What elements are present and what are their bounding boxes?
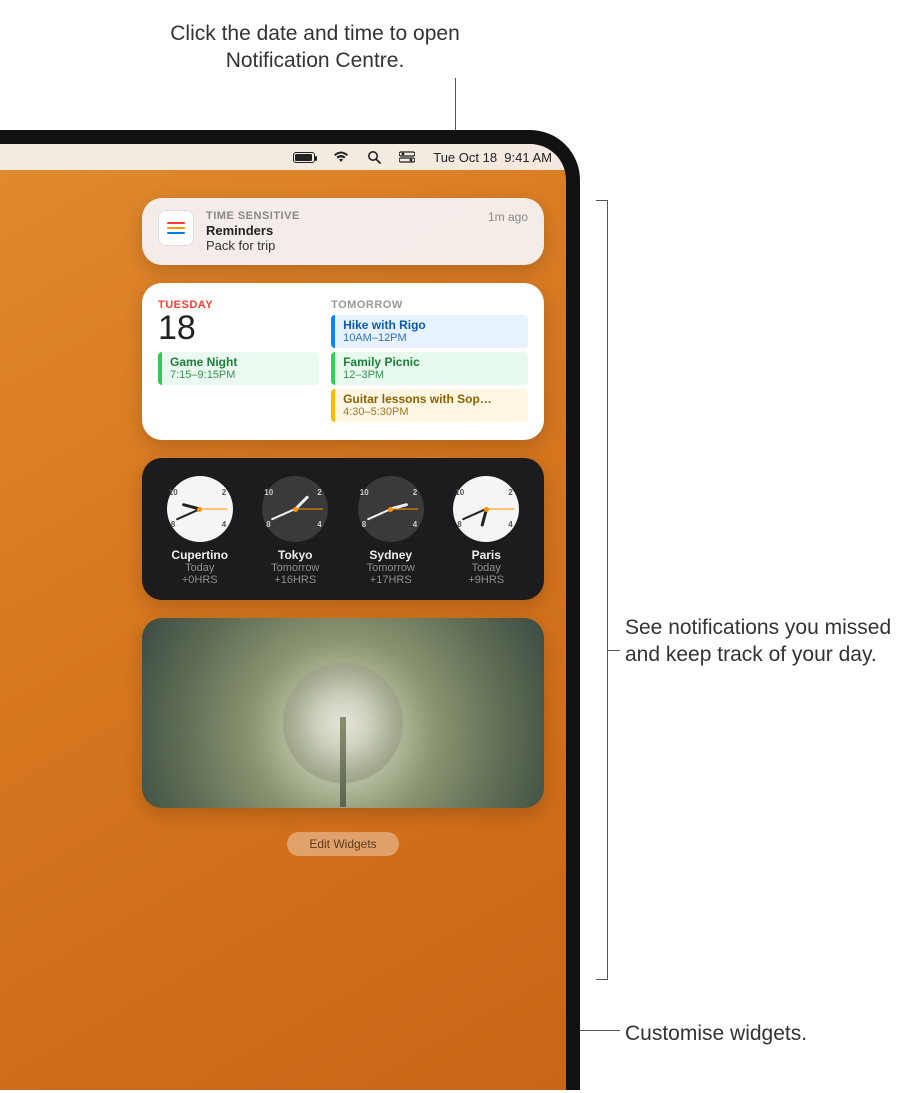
notification-title: Pack for trip [206,238,528,253]
clock-city: Paris [439,548,535,562]
callout-notifications: See notifications you missed and keep tr… [625,614,905,669]
clock-offset: +17HRS [343,574,439,586]
clock-city: Sydney [343,548,439,562]
event-time: 10AM–12PM [343,332,522,344]
calendar-tomorrow-label: TOMORROW [331,299,528,311]
notification-centre: TIME SENSITIVE Reminders Pack for trip 1… [142,198,544,856]
calendar-event[interactable]: Game Night7:15–9:15PM [158,352,319,385]
event-time: 12–3PM [343,369,522,381]
clock-day: Tomorrow [248,562,344,574]
event-title: Hike with Rigo [343,318,522,332]
desktop: Tue Oct 18 9:41 AM TIME SENSITIVE Remind… [0,144,566,1090]
clock-cupertino: 24810 CupertinoToday+0HRS [152,476,248,586]
callout-bracket [596,200,608,980]
wifi-icon [333,151,349,163]
event-title: Guitar lessons with Sop… [343,392,522,406]
clock-day: Today [152,562,248,574]
calendar-event[interactable]: Family Picnic12–3PM [331,352,528,385]
callout-customise: Customise widgets. [625,1020,885,1047]
world-clock-widget[interactable]: 24810CupertinoToday+0HRS24810TokyoTomorr… [142,458,544,600]
clock-offset: +9HRS [439,574,535,586]
menubar-time: 9:41 AM [504,150,552,165]
time-sensitive-label: TIME SENSITIVE [206,210,528,222]
menubar-date: Tue Oct 18 [433,150,497,165]
event-title: Game Night [170,355,313,369]
spotlight-icon[interactable] [367,150,381,164]
clock-face: 24810 [262,476,328,542]
clock-face: 24810 [453,476,519,542]
photos-widget[interactable] [142,618,544,808]
notification-app-name: Reminders [206,223,528,238]
clock-sydney: 24810 SydneyTomorrow+17HRS [343,476,439,586]
event-time: 7:15–9:15PM [170,369,313,381]
clock-offset: +0HRS [152,574,248,586]
calendar-event[interactable]: Guitar lessons with Sop…4:30–5:30PM [331,389,528,422]
clock-tokyo: 24810 TokyoTomorrow+16HRS [248,476,344,586]
menu-bar: Tue Oct 18 9:41 AM [0,144,566,170]
reminders-app-icon [158,210,194,246]
notification-timestamp: 1m ago [488,210,528,224]
clock-day: Tomorrow [343,562,439,574]
event-time: 4:30–5:30PM [343,406,522,418]
calendar-widget[interactable]: TUESDAY 18 Game Night7:15–9:15PM TOMORRO… [142,283,544,440]
callout-bracket-mid [608,650,620,651]
calendar-day-number: 18 [158,309,319,348]
clock-face: 24810 [167,476,233,542]
clock-offset: +16HRS [248,574,344,586]
clock-day: Today [439,562,535,574]
battery-icon [293,152,315,163]
control-centre-icon[interactable] [399,151,415,163]
laptop-frame: Tue Oct 18 9:41 AM TIME SENSITIVE Remind… [0,130,580,1090]
clock-face: 24810 [358,476,424,542]
callout-datetime: Click the date and time to open Notifica… [145,20,485,75]
clock-paris: 24810 ParisToday+9HRS [439,476,535,586]
clock-city: Tokyo [248,548,344,562]
edit-widgets-button[interactable]: Edit Widgets [287,832,399,856]
event-title: Family Picnic [343,355,522,369]
calendar-event[interactable]: Hike with Rigo10AM–12PM [331,315,528,348]
notification-reminders[interactable]: TIME SENSITIVE Reminders Pack for trip 1… [142,198,544,265]
clock-city: Cupertino [152,548,248,562]
menubar-datetime[interactable]: Tue Oct 18 9:41 AM [433,150,552,165]
